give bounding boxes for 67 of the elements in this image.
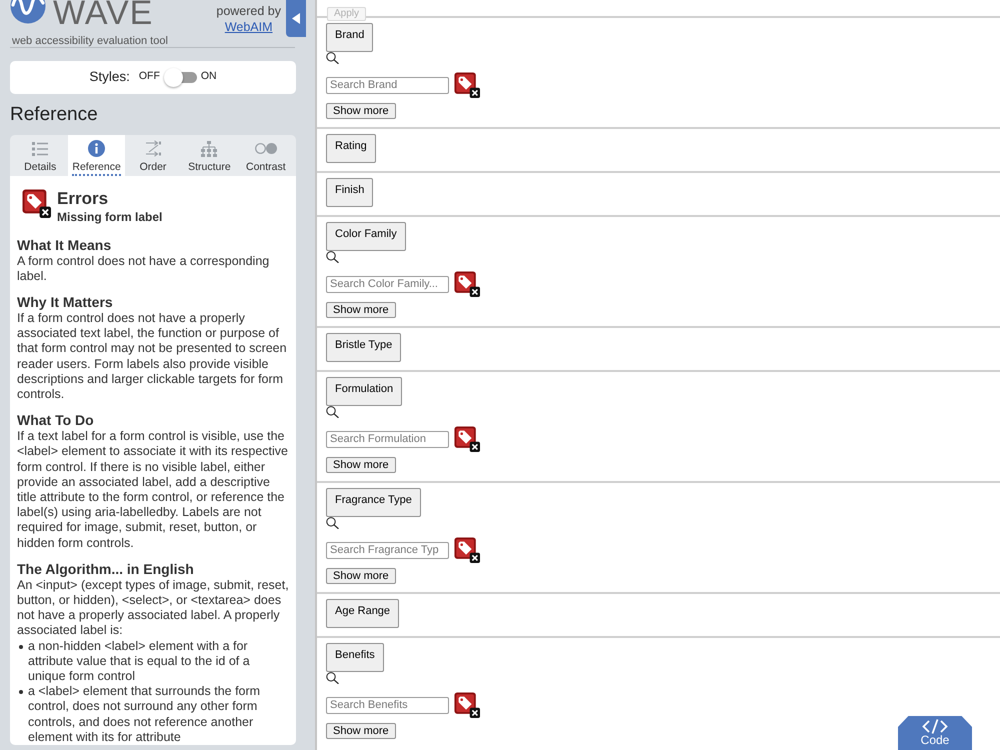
wave-logo-icon xyxy=(10,0,46,24)
powered-by-text: powered by xyxy=(216,4,281,19)
two-circles-icon xyxy=(254,143,277,154)
filter-heading-button[interactable]: Age Range xyxy=(326,599,400,628)
section-heading: Why It Matters xyxy=(17,294,114,311)
section-heading: What It Means xyxy=(17,236,112,254)
filter-heading-button[interactable]: Fragrance Type xyxy=(326,488,421,517)
styles-switch[interactable] xyxy=(164,68,197,87)
filter-heading-button[interactable]: Brand xyxy=(326,23,374,52)
section-text: If a text label for a form control is visible, use the <label> element to associate it with its respective form control. If there is no visible label, either provide an associated label, add a descriptive title attribute to the form control, or reference the label(s) using aria-labelledby. Labels are not required for image, submit, reset, button, or hidden form controls. xyxy=(17,429,289,551)
section-heading: What To Do xyxy=(17,412,95,430)
section-text: A form control does not have a corresponding label. xyxy=(17,254,270,284)
filter-heading-button[interactable]: Benefits xyxy=(326,643,384,672)
panel-title: Reference xyxy=(10,102,99,127)
error-tag-icon xyxy=(454,537,480,563)
bullet-icon xyxy=(19,690,23,694)
show-more-button[interactable]: Show more xyxy=(326,302,396,318)
logo-tagline: web accessibility evaluation tool xyxy=(12,35,168,48)
on-label: ON xyxy=(200,69,217,84)
category-title: Errors xyxy=(57,188,110,208)
filter-heading-button[interactable]: Finish xyxy=(326,178,374,207)
sequence-arrows-icon xyxy=(144,140,162,158)
sidebar-tab[interactable]: Reference xyxy=(68,134,125,176)
bullet-icon xyxy=(19,644,23,649)
sidebar-tab[interactable]: Contrast xyxy=(238,134,294,176)
error-tag-icon xyxy=(22,188,51,218)
show-more-button[interactable]: Show more xyxy=(326,568,396,584)
error-tag-icon xyxy=(454,426,480,452)
search-field[interactable]: Search Fragrance Typ xyxy=(326,542,449,558)
search-field[interactable]: Search Brand xyxy=(326,76,449,94)
sidebar-tab[interactable]: Details xyxy=(12,134,68,176)
show-more-button[interactable]: Show more xyxy=(326,457,396,473)
caret-left-icon xyxy=(292,13,300,24)
filter-heading-button[interactable]: Color Family xyxy=(326,222,406,251)
section-text: If a form control does not have a properly associated text label, the function or purpose of that form control may not be presented to screen reader users. Form labels also provide visible descriptions and larger clickable targets for form controls. xyxy=(17,310,288,402)
hierarchy-icon xyxy=(200,140,218,157)
section-text: An <input> (except types of image, submit, reset, button, or hidden), <select>, or <textarea> does not have a properly associated label. A properly associated label is: xyxy=(17,578,289,639)
bullet-text: a <label> element that surrounds the form control, does not surround any other form controls, and does not reference another element with its for attribute xyxy=(28,684,262,745)
filter-heading-button[interactable]: Bristle Type xyxy=(326,333,402,362)
info-icon xyxy=(88,140,106,158)
search-icon xyxy=(326,251,339,263)
search-icon xyxy=(326,406,339,418)
code-icon xyxy=(922,719,948,734)
search-icon xyxy=(326,517,339,529)
off-label: OFF xyxy=(138,69,160,84)
search-field[interactable]: Search Color Family... xyxy=(326,276,449,292)
error-tag-icon xyxy=(454,271,480,297)
error-tag-icon xyxy=(454,692,480,718)
code-button[interactable]: Code xyxy=(898,716,972,750)
sidebar-tab[interactable]: Structure xyxy=(181,134,238,176)
sidebar-tab[interactable]: Order xyxy=(124,134,182,176)
show-more-button[interactable]: Show more xyxy=(326,723,396,739)
search-field[interactable]: Search Formulation xyxy=(326,430,449,448)
search-icon xyxy=(326,672,339,684)
search-field[interactable]: Search Benefits xyxy=(326,696,449,714)
error-tag-icon xyxy=(454,72,480,98)
webaim-link[interactable]: WebAIM xyxy=(224,19,273,35)
show-more-button[interactable]: Show more xyxy=(326,103,396,119)
issue-title: Missing form label xyxy=(57,210,162,225)
styles-label: Styles: xyxy=(89,68,130,86)
logo-title: WAVE xyxy=(53,0,154,27)
search-icon xyxy=(326,52,339,64)
list-icon xyxy=(32,142,48,156)
filter-heading-button[interactable]: Formulation xyxy=(326,377,402,406)
filter-heading-button[interactable]: Rating xyxy=(326,134,376,163)
section-heading: The Algorithm... in English xyxy=(17,560,195,578)
collapse-sidebar-button[interactable] xyxy=(286,0,306,37)
